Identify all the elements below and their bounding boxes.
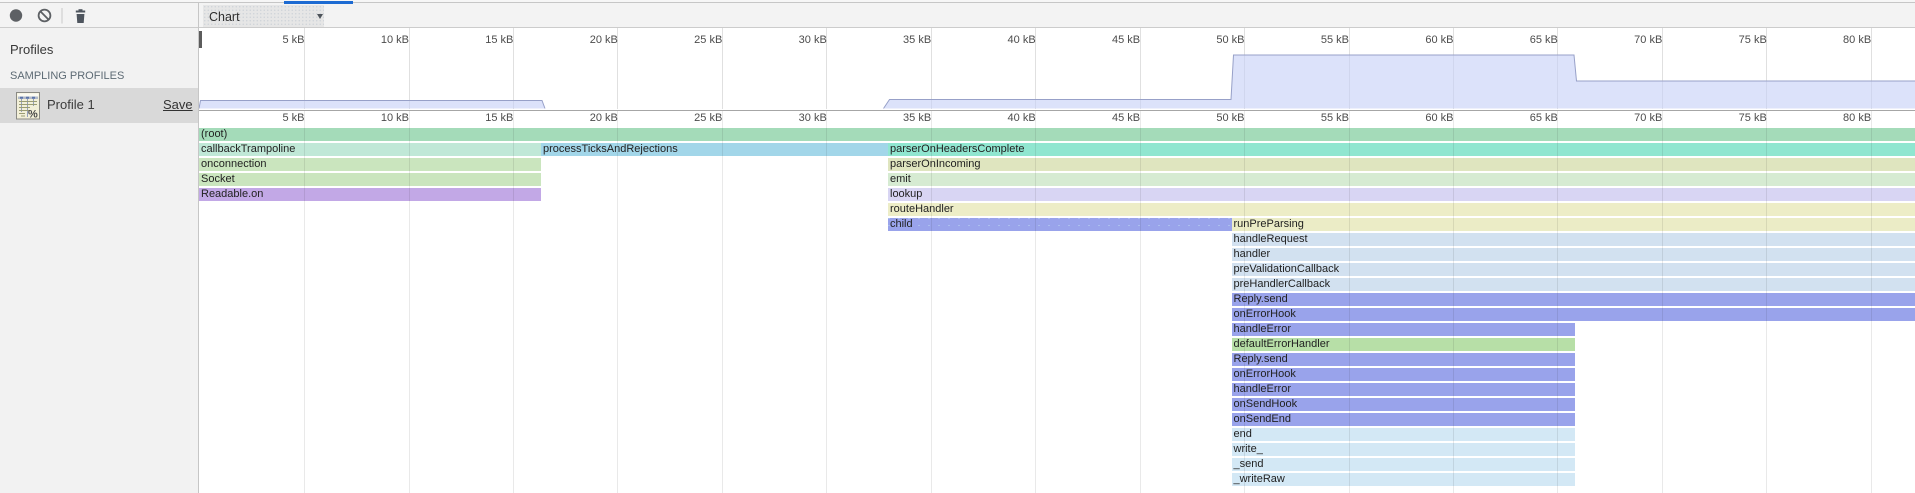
svg-text:%: % <box>28 109 38 121</box>
